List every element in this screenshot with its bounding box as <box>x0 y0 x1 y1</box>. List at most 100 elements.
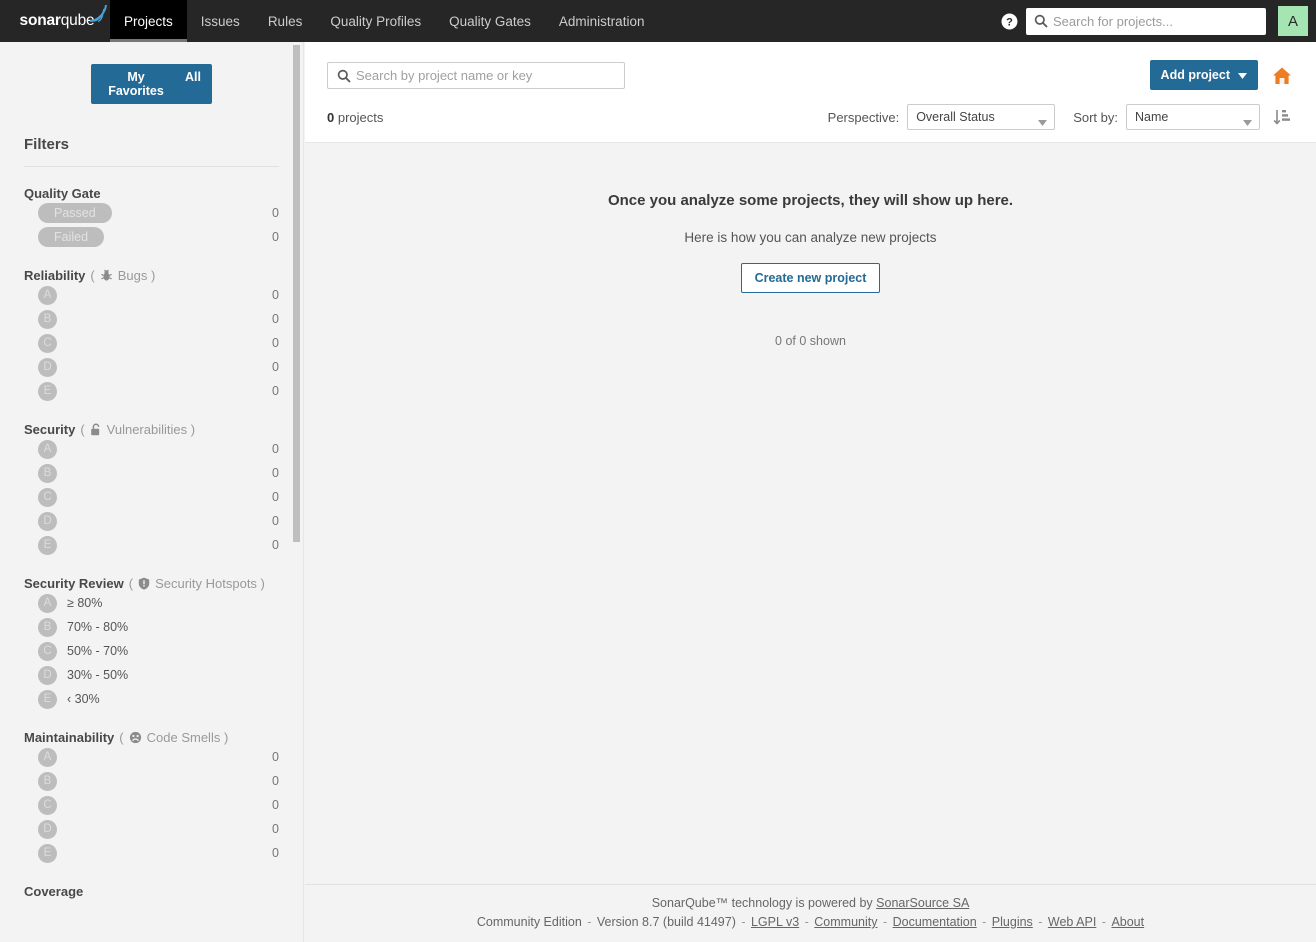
facet-row-maintainability-c[interactable]: C 0 <box>24 793 279 817</box>
nav-item-rules[interactable]: Rules <box>254 0 317 42</box>
facet-row-security-review-b[interactable]: B 70% - 80% <box>24 615 279 639</box>
nav-item-projects[interactable]: Projects <box>110 0 187 42</box>
facet-row-reliability-e[interactable]: E 0 <box>24 379 279 403</box>
facet-row-security-review-a[interactable]: A ≥ 80% <box>24 591 279 615</box>
facet-row-maintainability-d[interactable]: D 0 <box>24 817 279 841</box>
footer-link-plugins[interactable]: Plugins <box>992 915 1033 929</box>
rating-badge-d: D <box>38 511 57 531</box>
filters-heading: Filters <box>24 136 70 153</box>
avatar[interactable]: A <box>1278 6 1308 36</box>
nav-item-quality-profiles[interactable]: Quality Profiles <box>316 0 435 42</box>
rating-badge-a: A <box>38 747 57 767</box>
facet-maintainability-header[interactable]: Maintainability ( Code Smells ) <box>24 730 279 745</box>
add-project-label: Add project <box>1160 68 1230 82</box>
create-new-project-button[interactable]: Create new project <box>740 263 881 293</box>
navbar-right-group: ? A <box>992 0 1316 42</box>
facet-row-maintainability-e[interactable]: E 0 <box>24 841 279 865</box>
sort-ascending-icon[interactable] <box>1273 108 1292 127</box>
rating-badge-c: C <box>38 487 57 507</box>
project-search-input[interactable] <box>328 66 624 84</box>
footer-link-lgpl-v3[interactable]: LGPL v3 <box>751 915 799 929</box>
perspective-label: Perspective: <box>827 109 900 125</box>
facet-range-label-a: ≥ 80% <box>67 596 103 610</box>
facet-row-failed[interactable]: Failed 0 <box>24 225 279 249</box>
footer-separator: - <box>737 915 749 929</box>
facet-row-security-c[interactable]: C 0 <box>24 485 279 509</box>
svg-text:?: ? <box>1006 16 1013 28</box>
footer-link-web-api[interactable]: Web API <box>1048 915 1096 929</box>
rating-badge-e: E <box>38 381 57 401</box>
footer-link-sonarsource[interactable]: SonarSource SA <box>876 896 969 910</box>
facet-row-security-review-e[interactable]: E ‹ 30% <box>24 687 279 711</box>
empty-state-title: Once you analyze some projects, they wil… <box>607 192 1014 209</box>
facet-count-maintainability-c: 0 <box>272 798 279 812</box>
rating-badge-b: B <box>38 617 57 637</box>
global-search-box[interactable] <box>1026 7 1266 35</box>
facet-row-security-d[interactable]: D 0 <box>24 509 279 533</box>
search-input[interactable] <box>1026 12 1266 30</box>
facet-row-maintainability-a[interactable]: A 0 <box>24 745 279 769</box>
perspective-select[interactable]: Overall Status <box>907 104 1056 130</box>
nav-item-administration[interactable]: Administration <box>545 0 659 42</box>
project-count-word: projects <box>337 109 384 125</box>
empty-state: Once you analyze some projects, they wil… <box>305 143 1316 348</box>
project-search-box[interactable] <box>327 61 625 89</box>
code-smell-icon <box>129 731 142 744</box>
toolbar-row-controls: 0 projects Perspective: Overall Status S… <box>327 90 1292 142</box>
rating-badge-d: D <box>38 357 57 377</box>
facet-row-reliability-c[interactable]: C 0 <box>24 331 279 355</box>
perspective-value: Overall Status <box>916 110 995 124</box>
facet-reliability: Reliability ( Bugs ) A 0 B 0 C 0 D 0 E 0 <box>24 268 279 403</box>
facet-reliability-header[interactable]: Reliability ( Bugs ) <box>24 268 279 283</box>
facet-reliability-sub-label: Bugs <box>117 268 148 283</box>
chevron-down-icon <box>1238 68 1247 82</box>
footer-link-about[interactable]: About <box>1111 915 1144 929</box>
nav-item-administration-label: Administration <box>558 13 645 29</box>
facet-row-reliability-d[interactable]: D 0 <box>24 355 279 379</box>
facet-row-security-review-c[interactable]: C 50% - 70% <box>24 639 279 663</box>
facet-security-review: Security Review ( Security Hotspots ) A ≥… <box>24 576 279 711</box>
facet-row-reliability-b[interactable]: B 0 <box>24 307 279 331</box>
facet-row-security-a[interactable]: A 0 <box>24 437 279 461</box>
footer-link-documentation[interactable]: Documentation <box>893 915 977 929</box>
facet-count-reliability-d: 0 <box>272 360 279 374</box>
footer-edition: Community Edition <box>476 915 582 929</box>
toggle-my-favorites[interactable]: My Favorites <box>91 64 180 104</box>
facet-quality-gate-header[interactable]: Quality Gate <box>24 186 279 201</box>
facet-coverage-header[interactable]: Coverage <box>24 884 279 899</box>
footer-separator: - <box>879 915 891 929</box>
facet-row-passed[interactable]: Passed 0 <box>24 201 279 225</box>
help-icon[interactable]: ? <box>992 0 1026 42</box>
sonarqube-logo[interactable]: sonar qube <box>0 0 110 42</box>
facet-range-label-e: ‹ 30% <box>67 692 100 706</box>
logo-wave-icon <box>87 2 109 27</box>
facet-row-security-b[interactable]: B 0 <box>24 461 279 485</box>
footer-separator: - <box>1034 915 1046 929</box>
facet-security-review-header[interactable]: Security Review ( Security Hotspots ) <box>24 576 279 591</box>
footer-powered-by-text: SonarQube™ technology is powered by <box>651 896 877 910</box>
facet-range-label-d: 30% - 50% <box>67 668 129 682</box>
sort-by-select[interactable]: Name <box>1126 104 1260 130</box>
nav-item-quality-gates[interactable]: Quality Gates <box>435 0 545 42</box>
facet-count-reliability-e: 0 <box>272 384 279 398</box>
status-badge-failed: Failed <box>38 227 105 247</box>
rating-badge-e: E <box>38 535 57 555</box>
facet-quality-gate-title: Quality Gate <box>24 186 101 201</box>
chevron-down-icon <box>1038 115 1048 129</box>
facet-row-maintainability-b[interactable]: B 0 <box>24 769 279 793</box>
facet-security-header[interactable]: Security ( Vulnerabilities ) <box>24 422 279 437</box>
sort-by-value: Name <box>1135 110 1169 124</box>
facet-coverage-title: Coverage <box>24 884 84 899</box>
favorites-toggle: My Favorites All <box>91 64 212 104</box>
nav-item-issues[interactable]: Issues <box>187 0 254 42</box>
add-project-button[interactable]: Add project <box>1149 60 1258 90</box>
toggle-all[interactable]: All <box>179 64 212 104</box>
rating-badge-b: B <box>38 771 57 791</box>
footer-link-community[interactable]: Community <box>814 915 877 929</box>
facet-row-reliability-a[interactable]: A 0 <box>24 283 279 307</box>
home-icon[interactable] <box>1272 66 1292 85</box>
facet-maintainability-sub-label: Code Smells <box>146 730 221 745</box>
facet-row-security-review-d[interactable]: D 30% - 50% <box>24 663 279 687</box>
facet-row-security-e[interactable]: E 0 <box>24 533 279 557</box>
sidebar-scrollbar[interactable] <box>293 45 300 542</box>
